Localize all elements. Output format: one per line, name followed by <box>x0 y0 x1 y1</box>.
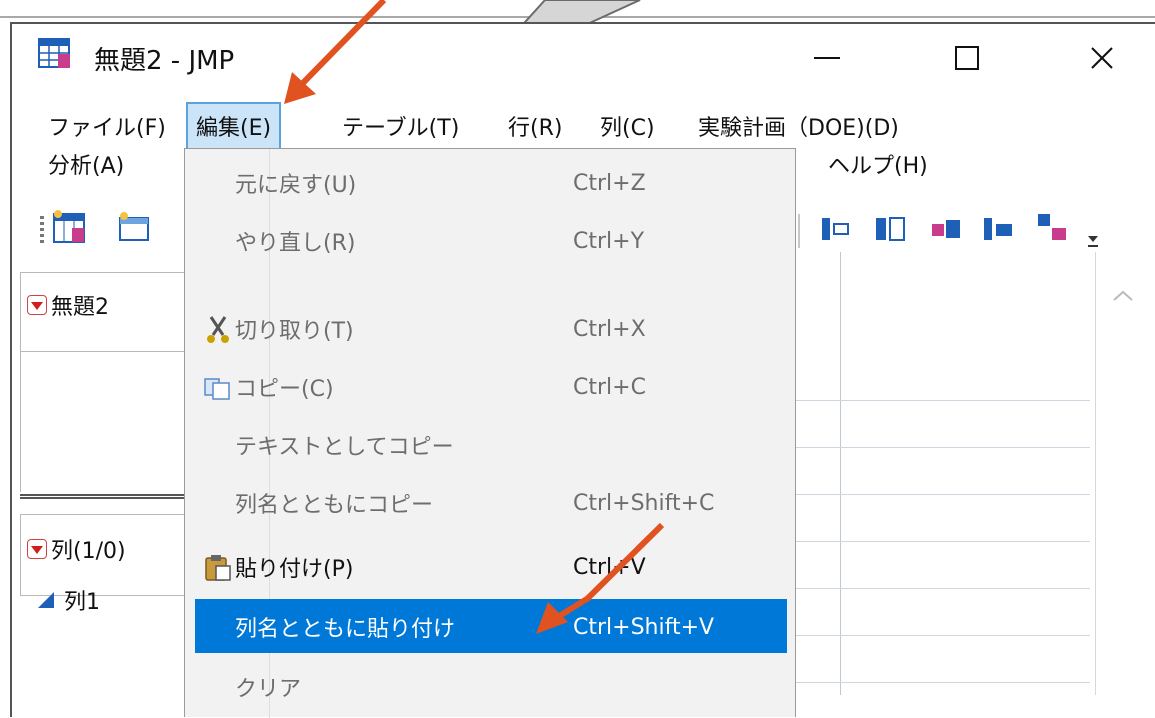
menu-table[interactable]: テーブル(T) <box>334 104 467 148</box>
menu-item-copy[interactable]: コピー(C) Ctrl+C <box>185 359 795 417</box>
close-button[interactable] <box>1067 30 1137 86</box>
table-panel-body <box>20 352 190 492</box>
red-triangle-menu-icon[interactable] <box>27 539 47 559</box>
menu-item-label: コピー(C) <box>235 377 334 402</box>
transpose-icon[interactable] <box>982 216 1016 244</box>
vertical-scrollbar[interactable] <box>1095 252 1145 695</box>
grid-row-line <box>760 588 1090 589</box>
menu-analyze[interactable]: 分析(A) <box>40 142 132 186</box>
minimize-button[interactable] <box>792 30 862 86</box>
grid-column-divider <box>840 252 841 695</box>
grid-row-line <box>760 494 1090 495</box>
window-title: 無題2 - JMP <box>94 46 235 76</box>
menu-item-shortcut: Ctrl+Shift+V <box>573 615 715 640</box>
menu-columns[interactable]: 列(C) <box>592 104 663 148</box>
new-table-icon[interactable] <box>52 210 88 246</box>
menu-item-cut[interactable]: 切り取り(T) Ctrl+X <box>185 301 795 359</box>
column-list-item[interactable]: 列1 <box>36 584 100 616</box>
columns-count: 列(1/0) <box>51 539 126 564</box>
table-panel: 無題2 <box>20 272 190 352</box>
toolbar-overflow-icon[interactable] <box>1086 230 1102 250</box>
menu-item-label: 切り取り(T) <box>235 319 354 344</box>
menu-rows[interactable]: 行(R) <box>500 104 570 148</box>
continuous-column-icon <box>38 592 54 608</box>
menu-item-shortcut: Ctrl+V <box>573 555 646 580</box>
menu-edit[interactable]: 編集(E) <box>186 102 282 150</box>
menu-item-shortcut: Ctrl+X <box>573 317 646 342</box>
toolbar-grip[interactable] <box>40 216 44 246</box>
toolbar-separator <box>798 214 800 248</box>
grid-row-line <box>760 682 1090 683</box>
panel-splitter[interactable] <box>20 494 190 499</box>
menu-item-label: 貼り付け(P) <box>235 557 354 582</box>
paste-icon <box>205 555 231 581</box>
menu-item-shortcut: Ctrl+Z <box>573 171 646 196</box>
column-name: 列1 <box>64 590 100 615</box>
maximize-button[interactable] <box>932 30 1002 86</box>
menu-item-label: 元に戻す(U) <box>235 173 357 198</box>
menu-item-shortcut: Ctrl+C <box>573 375 646 400</box>
grid-row-line <box>760 541 1090 542</box>
menu-item-label: テキストとしてコピー <box>235 435 454 460</box>
menu-item-label: クリア <box>235 677 302 702</box>
grid-row-line <box>760 447 1090 448</box>
scroll-up-icon[interactable] <box>1108 286 1138 306</box>
open-file-icon[interactable] <box>116 210 152 246</box>
menu-item-label: 列名とともに貼り付け <box>235 617 456 642</box>
data-grid[interactable] <box>760 252 1097 695</box>
stack-icon[interactable] <box>874 216 908 244</box>
grid-row-line <box>760 635 1090 636</box>
scissors-icon <box>207 316 229 343</box>
menu-item-label: 列名とともにコピー <box>235 493 434 518</box>
menu-item-shortcut: Ctrl+Shift+C <box>573 491 715 516</box>
join-icon[interactable] <box>820 216 854 244</box>
split-icon[interactable] <box>930 216 964 244</box>
menu-item-label: やり直し(R) <box>235 231 356 256</box>
red-triangle-menu-icon[interactable] <box>27 295 47 315</box>
table-name: 無題2 <box>51 295 109 320</box>
menu-item-copy-with-column-names[interactable]: 列名とともにコピー Ctrl+Shift+C <box>185 475 795 533</box>
maximize-icon <box>955 46 979 70</box>
grid-row-line <box>760 400 1090 401</box>
minimize-icon <box>814 57 840 59</box>
menu-item-copy-as-text[interactable]: テキストとしてコピー <box>185 417 795 475</box>
menu-item-paste-with-column-names[interactable]: 列名とともに貼り付け Ctrl+Shift+V <box>195 599 787 653</box>
menu-item-redo[interactable]: やり直し(R) Ctrl+Y <box>185 213 795 271</box>
menu-item-shortcut: Ctrl+Y <box>573 229 645 254</box>
menu-item-undo[interactable]: 元に戻す(U) Ctrl+Z <box>185 155 795 213</box>
menu-help[interactable]: ヘルプ(H) <box>820 142 936 186</box>
copy-icon <box>204 378 230 400</box>
edit-menu-dropdown: 元に戻す(U) Ctrl+Z やり直し(R) Ctrl+Y 切り取り(T) Ct… <box>184 148 796 718</box>
menu-item-paste[interactable]: 貼り付け(P) Ctrl+V <box>185 539 795 597</box>
menu-item-clear[interactable]: クリア <box>185 659 795 717</box>
close-icon <box>1091 47 1113 69</box>
jmp-table-icon <box>38 38 70 68</box>
concatenate-icon[interactable] <box>1036 212 1070 244</box>
title-bar: 無題2 - JMP <box>12 24 1155 92</box>
